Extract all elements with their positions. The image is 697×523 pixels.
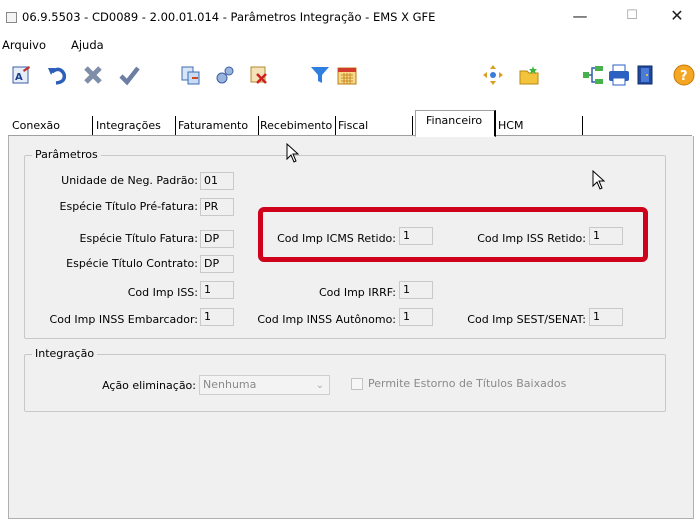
- tab-recebimento[interactable]: Recebimento: [256, 116, 336, 135]
- inss-embarcador-label: Cod Imp INSS Embarcador:: [49, 313, 198, 326]
- minimize-button[interactable]: —: [560, 4, 600, 28]
- maximize-button[interactable]: ☐: [612, 4, 652, 28]
- tree-icon[interactable]: [582, 64, 604, 86]
- confirm-icon[interactable]: [118, 64, 140, 86]
- tab-integracoes[interactable]: Integrações: [92, 116, 176, 135]
- irrf-label: Cod Imp IRRF:: [318, 286, 396, 299]
- unidade-field[interactable]: 01: [200, 172, 234, 190]
- integracao-legend: Integração: [32, 347, 98, 360]
- transfer-icon[interactable]: [180, 64, 202, 86]
- window-title: 06.9.5503 - CD0089 - 2.00.01.014 - Parâm…: [22, 10, 436, 24]
- title-bar: 06.9.5503 - CD0089 - 2.00.01.014 - Parâm…: [0, 0, 697, 34]
- especie-contrato-field[interactable]: DP: [200, 255, 234, 273]
- calendar-icon[interactable]: [336, 64, 358, 86]
- exit-icon[interactable]: [634, 64, 656, 86]
- especie-pre-field[interactable]: PR: [200, 198, 234, 216]
- parametros-legend: Parâmetros: [32, 148, 101, 161]
- new-folder-icon[interactable]: [519, 64, 541, 86]
- sest-senat-field[interactable]: 1: [589, 308, 623, 326]
- menu-ajuda[interactable]: Ajuda: [71, 38, 104, 52]
- acao-eliminacao-select[interactable]: Nenhuma ⌄: [199, 375, 330, 395]
- acao-eliminacao-label: Ação eliminação:: [102, 379, 196, 392]
- tab-faturamento[interactable]: Faturamento: [174, 116, 259, 135]
- especie-fatura-field[interactable]: DP: [200, 230, 234, 248]
- inss-embarcador-field[interactable]: 1: [200, 308, 234, 326]
- acao-eliminacao-value: Nenhuma: [203, 378, 257, 391]
- app-icon: [6, 12, 17, 23]
- permite-estorno-checkbox[interactable]: [351, 378, 363, 390]
- irrf-field[interactable]: 1: [399, 281, 433, 299]
- unidade-label: Unidade de Neg. Padrão:: [61, 174, 198, 187]
- inss-autonomo-field[interactable]: 1: [399, 308, 433, 326]
- especie-fatura-label: Espécie Título Fatura:: [79, 232, 198, 245]
- print-icon[interactable]: [608, 64, 630, 86]
- highlight-box: [258, 207, 648, 262]
- mouse-cursor-icon: [592, 169, 606, 190]
- iss-label: Cod Imp ISS:: [127, 286, 198, 299]
- especie-contrato-label: Espécie Título Contrato:: [66, 257, 198, 270]
- document-edit-icon[interactable]: A: [10, 64, 32, 86]
- close-button[interactable]: ✕: [657, 4, 697, 28]
- filter-icon[interactable]: [309, 64, 331, 86]
- help-icon[interactable]: ?: [673, 64, 695, 86]
- svg-text:?: ?: [680, 69, 688, 84]
- svg-text:A: A: [15, 72, 23, 83]
- chevron-down-icon: ⌄: [315, 380, 324, 391]
- tab-fiscal[interactable]: Fiscal: [334, 116, 413, 135]
- undo-icon[interactable]: [46, 64, 68, 86]
- menu-arquivo[interactable]: Arquivo: [2, 38, 46, 52]
- tab-hcm[interactable]: HCM: [494, 116, 583, 135]
- sest-senat-label: Cod Imp SEST/SENAT:: [467, 313, 586, 326]
- menu-bar: Arquivo Ajuda: [0, 36, 697, 54]
- settings-icon[interactable]: [214, 64, 236, 86]
- delete-icon[interactable]: [82, 64, 104, 86]
- move-icon[interactable]: [482, 64, 504, 86]
- permite-estorno-label: Permite Estorno de Títulos Baixados: [368, 377, 567, 390]
- cancel-doc-icon[interactable]: [248, 64, 270, 86]
- tab-financeiro[interactable]: Financeiro: [415, 110, 496, 137]
- especie-pre-label: Espécie Título Pré-fatura:: [59, 200, 198, 213]
- iss-field[interactable]: 1: [200, 281, 234, 299]
- inss-autonomo-label: Cod Imp INSS Autônomo:: [257, 313, 396, 326]
- toolbar: A ?: [0, 58, 697, 92]
- tab-conexao[interactable]: Conexão: [8, 116, 93, 135]
- mouse-cursor-icon: [286, 142, 300, 163]
